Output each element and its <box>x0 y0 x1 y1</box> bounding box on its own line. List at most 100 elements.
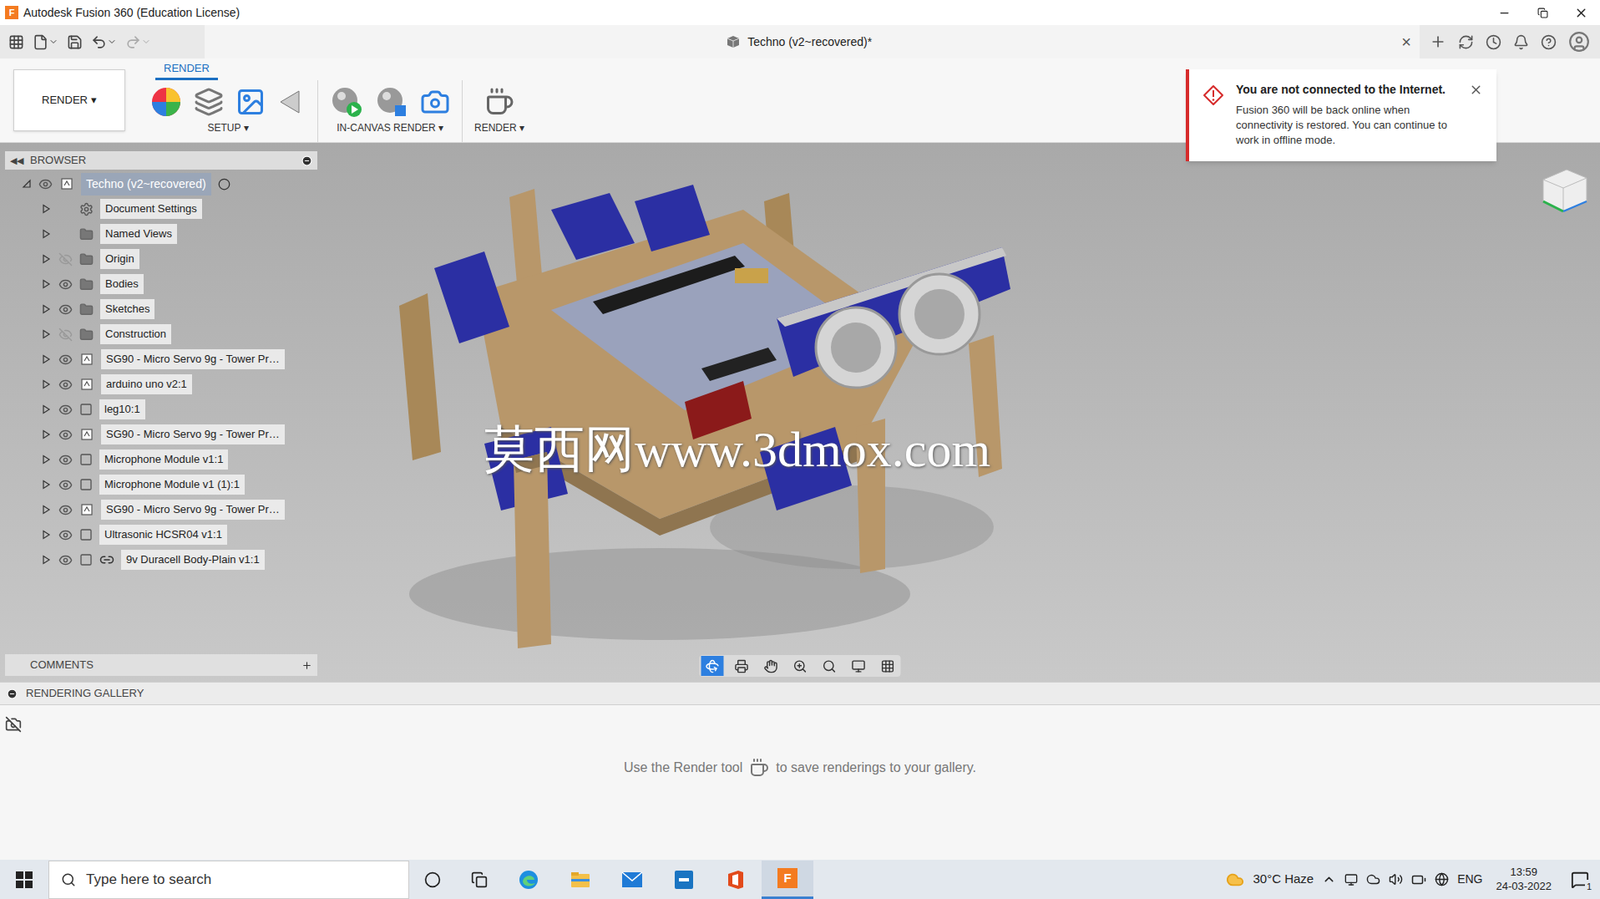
dell-app-icon[interactable] <box>673 868 695 891</box>
file-icon[interactable] <box>32 34 49 51</box>
visibility-icon[interactable] <box>38 177 53 192</box>
restore-button[interactable] <box>1523 7 1562 19</box>
in-canvas-render-icon[interactable] <box>329 85 364 119</box>
nav-tool[interactable] <box>789 655 812 676</box>
collapse-panel-icon[interactable] <box>301 155 313 167</box>
expand-icon[interactable] <box>40 228 51 239</box>
action-center[interactable]: 1 <box>1564 870 1595 889</box>
visibility-icon[interactable] <box>58 277 73 292</box>
expand-icon[interactable] <box>40 303 51 314</box>
add-comment-icon[interactable] <box>301 659 313 671</box>
appearance-icon[interactable] <box>150 86 183 118</box>
meet-icon[interactable] <box>1344 872 1358 887</box>
taskbar-search[interactable]: Type here to search <box>48 860 410 899</box>
orbit-icon[interactable] <box>705 658 720 674</box>
visibility-icon[interactable] <box>58 452 73 467</box>
browser-item[interactable]: Construction <box>5 321 318 347</box>
help-icon[interactable] <box>1540 34 1557 51</box>
visibility-icon[interactable] <box>58 502 73 517</box>
expand-icon[interactable] <box>40 504 51 515</box>
ribbon-tab[interactable]: RENDER <box>155 60 218 82</box>
fit-icon[interactable] <box>822 658 837 674</box>
browser-item[interactable]: Microphone Module v1:1 <box>5 446 318 472</box>
browser-item[interactable]: Origin <box>5 246 318 272</box>
save-icon[interactable] <box>66 34 83 51</box>
view-cube-icon[interactable] <box>1534 161 1594 220</box>
pan-icon[interactable] <box>764 658 779 674</box>
browser-item[interactable]: Named Views <box>5 221 318 247</box>
edge-icon[interactable] <box>517 868 540 891</box>
collapse-icon[interactable] <box>21 178 32 189</box>
data-panel-icon[interactable] <box>8 34 25 51</box>
grid-settings-icon[interactable] <box>881 658 896 674</box>
clock[interactable]: 13:5924-03-2022 <box>1491 865 1558 894</box>
file-explorer-icon[interactable] <box>569 868 592 891</box>
scene-settings-icon[interactable] <box>193 86 224 117</box>
expand-icon[interactable] <box>40 354 51 365</box>
undo-icon[interactable] <box>91 34 107 51</box>
browser-item[interactable]: Ultrasonic HCSR04 v1:1 <box>5 521 318 547</box>
expand-icon[interactable] <box>40 454 51 465</box>
close-tab-button[interactable]: × <box>1392 33 1420 51</box>
browser-item[interactable]: SG90 - Micro Servo 9g - Tower Pr… <box>5 496 318 522</box>
extensions-icon[interactable] <box>1458 34 1474 51</box>
document-tab[interactable]: Techno (v2~recovered)*× <box>204 25 1420 59</box>
expand-icon[interactable] <box>40 203 51 214</box>
taskbar-app[interactable] <box>606 860 659 899</box>
expand-icon[interactable] <box>40 278 51 289</box>
office-icon[interactable] <box>724 868 747 891</box>
fusion-app-icon[interactable]: F <box>777 867 798 888</box>
in-canvas-settings-icon[interactable] <box>374 85 409 119</box>
expand-icon[interactable] <box>40 253 51 264</box>
start-button[interactable] <box>0 870 49 888</box>
workspace-switcher[interactable]: RENDER▾ <box>13 69 126 132</box>
visibility-icon[interactable] <box>58 427 73 442</box>
taskbar-app[interactable] <box>502 860 555 899</box>
activate-icon[interactable] <box>217 177 231 191</box>
taskbar-app[interactable] <box>554 860 607 899</box>
ribbon-group-label[interactable]: SETUP▾ <box>207 120 249 136</box>
new-tab-icon[interactable] <box>1429 33 1447 51</box>
browser-item[interactable]: Document Settings <box>5 196 318 222</box>
close-window-button[interactable] <box>1561 5 1600 21</box>
nav-tool[interactable] <box>818 655 841 676</box>
expand-icon[interactable] <box>40 379 51 390</box>
volume-icon[interactable] <box>1388 871 1403 887</box>
canvas[interactable]: 莫西网www.3dmox.com <box>317 142 1600 682</box>
redo-icon[interactable] <box>125 34 142 51</box>
capture-image-icon[interactable] <box>420 86 451 117</box>
taskbar-app[interactable]: F <box>761 860 814 899</box>
browser-item[interactable]: 9v Duracell Body-Plain v1:1 <box>5 546 318 573</box>
minimize-button[interactable] <box>1484 6 1524 20</box>
visibility-icon[interactable] <box>58 302 73 317</box>
visibility-icon[interactable] <box>58 377 73 392</box>
taskbar-app[interactable] <box>709 860 762 899</box>
nav-tool[interactable] <box>730 655 754 676</box>
ribbon-group-label[interactable]: RENDER▾ <box>474 120 525 136</box>
expand-icon[interactable] <box>40 479 51 490</box>
taskbar-app[interactable] <box>658 860 710 899</box>
render-teapot-icon[interactable] <box>484 86 515 117</box>
browser-item[interactable]: Microphone Module v1 (1):1 <box>5 471 318 497</box>
battery-icon[interactable] <box>1411 871 1427 887</box>
weather[interactable]: 30°C Haze <box>1252 869 1314 889</box>
browser-item[interactable]: leg10:1 <box>5 396 318 422</box>
visibility-icon[interactable] <box>58 552 73 568</box>
decal-icon[interactable] <box>277 87 306 117</box>
close-notification-icon[interactable] <box>1468 82 1484 97</box>
nav-tool[interactable] <box>847 655 871 676</box>
expand-icon[interactable] <box>40 404 51 415</box>
nav-tool[interactable] <box>759 655 783 676</box>
language[interactable]: ENG <box>1457 870 1483 888</box>
windows-logo-icon[interactable] <box>15 870 33 888</box>
expand-icon[interactable] <box>40 554 51 565</box>
hidden-visibility-icon[interactable] <box>58 252 73 267</box>
visibility-icon[interactable] <box>58 527 73 542</box>
visibility-icon[interactable] <box>58 402 73 417</box>
onedrive-icon[interactable] <box>1366 871 1381 887</box>
browser-item[interactable]: SG90 - Micro Servo 9g - Tower Pr… <box>5 346 318 372</box>
network-icon[interactable] <box>1434 871 1449 887</box>
mail-icon[interactable] <box>620 869 644 890</box>
nav-tool[interactable] <box>701 655 725 676</box>
browser-item[interactable]: Sketches <box>5 296 318 322</box>
